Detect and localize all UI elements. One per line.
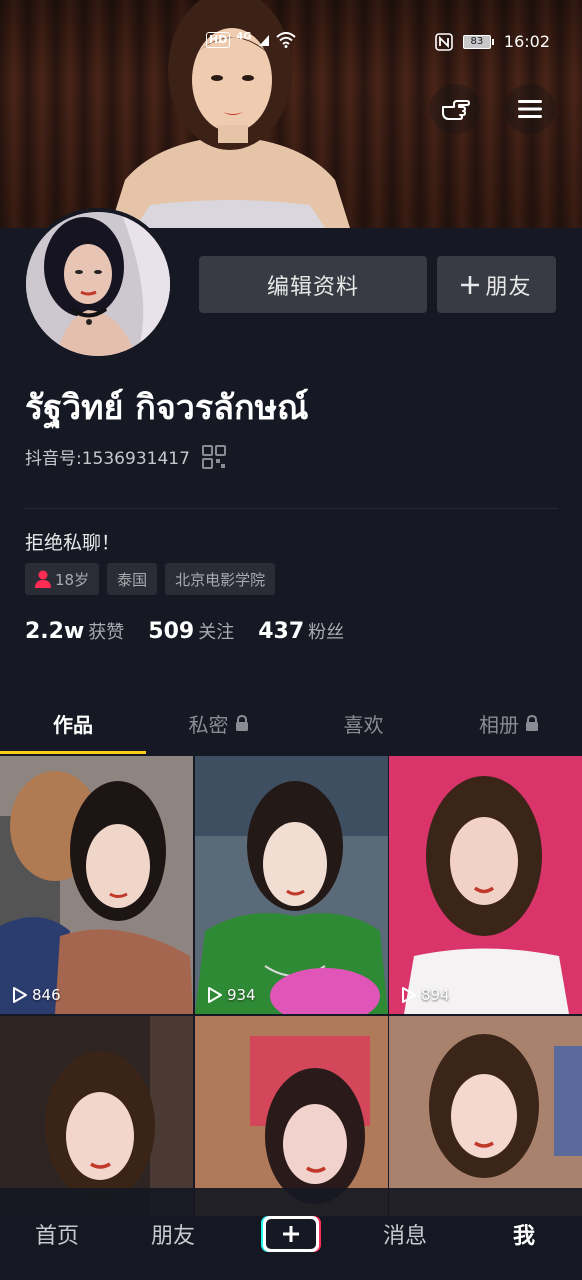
signal-icon xyxy=(258,35,269,46)
age-tag-label: 18岁 xyxy=(55,570,90,589)
followers-label: 粉丝 xyxy=(308,622,345,643)
profile-tags: 18岁 泰国 北京电影学院 xyxy=(25,563,276,595)
create-button[interactable] xyxy=(260,1214,322,1254)
menu-button[interactable] xyxy=(505,84,555,134)
status-bar: HD 4G 83 16:02 xyxy=(0,28,582,58)
avatar[interactable] xyxy=(22,208,174,360)
nav-home[interactable]: 首页 xyxy=(35,1218,79,1250)
thumbnail-image xyxy=(195,756,388,1014)
video-thumbnail[interactable]: 934 xyxy=(195,756,388,1014)
thumbnail-image xyxy=(389,1016,582,1216)
add-friend-button[interactable]: 朋友 xyxy=(437,256,556,313)
douyin-id-row: 抖音号:1536931417 xyxy=(25,444,226,469)
network-label: 4G xyxy=(236,30,252,42)
tab-album[interactable]: 相册 xyxy=(436,694,582,752)
lock-icon xyxy=(526,715,538,731)
play-count-value: 846 xyxy=(32,986,61,1004)
hd-badge: HD xyxy=(206,32,231,48)
bio-text: 拒绝私聊！ xyxy=(25,532,121,554)
country-tag: 泰国 xyxy=(107,563,158,595)
profile-nickname: รัฐวิทย์ กิจวรลักษณ์ xyxy=(25,388,309,428)
hamburger-menu-icon xyxy=(518,100,542,118)
douyin-id-value[interactable]: 1536931417 xyxy=(82,449,190,469)
lock-icon xyxy=(235,715,248,731)
hand-pointing-icon xyxy=(442,100,470,120)
battery-icon: 83 xyxy=(462,34,494,49)
qr-code-icon[interactable] xyxy=(201,444,226,469)
play-count-value: 934 xyxy=(227,986,256,1004)
thumbnail-image xyxy=(0,756,193,1014)
divider xyxy=(25,508,558,509)
school-tag[interactable]: 北京电影学院 xyxy=(165,563,276,595)
nfc-icon xyxy=(435,32,453,51)
tab-private-label: 私密 xyxy=(188,712,229,737)
tab-works[interactable]: 作品 xyxy=(0,694,146,752)
content-tabs: 作品 私密 喜欢 相册 xyxy=(0,694,582,754)
tab-album-label: 相册 xyxy=(479,712,519,737)
play-icon xyxy=(402,987,416,1003)
play-count: 934 xyxy=(205,986,256,1004)
tab-likes[interactable]: 喜欢 xyxy=(291,694,436,752)
play-icon xyxy=(13,987,27,1003)
clock: 16:02 xyxy=(503,32,550,51)
following-stat[interactable]: 509 关注 xyxy=(148,618,234,644)
play-count: 846 xyxy=(10,986,61,1004)
avatar-photo xyxy=(26,212,170,356)
play-count-value: 894 xyxy=(421,986,450,1004)
profile-cover[interactable]: HD 4G 83 16:02 xyxy=(0,0,582,228)
video-thumbnail[interactable]: 846 xyxy=(0,756,193,1014)
bottom-navigation: 首页 朋友 消息 我 xyxy=(0,1188,582,1280)
likes-label: 获赞 xyxy=(88,622,125,643)
video-thumbnail[interactable]: 894 xyxy=(389,756,582,1014)
profile-stats: 2.2w 获赞 509 关注 437 粉丝 xyxy=(25,618,344,644)
followers-stat[interactable]: 437 粉丝 xyxy=(258,618,344,644)
plus-icon xyxy=(461,275,480,294)
play-count: 894 xyxy=(399,986,450,1004)
nav-me[interactable]: 我 xyxy=(513,1218,535,1250)
play-icon xyxy=(208,987,222,1003)
followers-count: 437 xyxy=(258,619,305,644)
add-friend-label: 朋友 xyxy=(485,274,532,300)
hand-pointing-button[interactable] xyxy=(430,84,480,134)
following-label: 关注 xyxy=(198,622,235,643)
tab-private[interactable]: 私密 xyxy=(146,694,291,752)
edit-profile-button[interactable]: 编辑资料 xyxy=(199,256,427,313)
thumbnail-image xyxy=(195,1016,388,1216)
nav-messages[interactable]: 消息 xyxy=(383,1218,427,1250)
plus-icon xyxy=(261,1216,321,1252)
battery-level: 83 xyxy=(462,34,491,49)
likes-stat[interactable]: 2.2w 获赞 xyxy=(25,618,124,644)
nav-friends[interactable]: 朋友 xyxy=(151,1218,195,1250)
person-icon xyxy=(35,570,51,588)
likes-count: 2.2w xyxy=(25,619,85,644)
thumbnail-image xyxy=(0,1016,193,1216)
wifi-icon xyxy=(275,32,296,48)
douyin-id-label: 抖音号: xyxy=(25,449,82,469)
age-tag: 18岁 xyxy=(25,563,100,595)
tab-active-indicator xyxy=(0,751,146,754)
following-count: 509 xyxy=(148,619,195,644)
thumbnail-image xyxy=(389,756,582,1014)
